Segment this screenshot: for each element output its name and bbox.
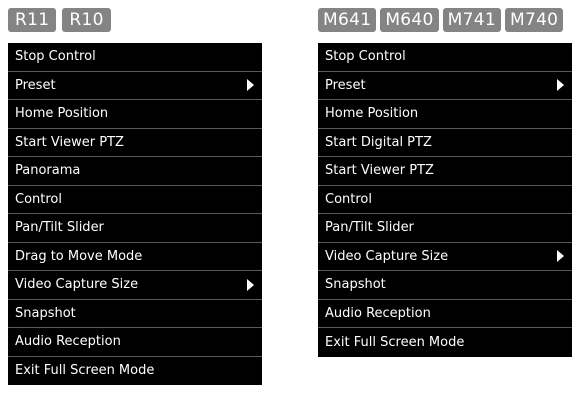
menu-item-label: Control [325, 191, 372, 207]
submenu-arrow-icon [247, 278, 254, 291]
model-badge-m741: M741 [442, 8, 501, 32]
menu-item-label: Panorama [15, 163, 81, 179]
submenu-arrow-icon [557, 250, 564, 263]
menu-item-label: Exit Full Screen Mode [15, 363, 155, 379]
menu-item-label: Video Capture Size [15, 277, 139, 293]
model-badge-m740: M740 [504, 8, 564, 32]
menu-item-audio-reception[interactable]: Audio Reception [8, 328, 262, 357]
model-badges-left: R11 R10 [8, 8, 111, 32]
menu-item-home-position[interactable]: Home Position [318, 100, 572, 129]
menu-item-start-viewer-ptz[interactable]: Start Viewer PTZ [8, 129, 262, 157]
menu-item-label: Audio Reception [325, 305, 431, 321]
model-badge-r10: R10 [62, 8, 111, 32]
menu-item-pan-tilt-slider[interactable]: Pan/Tilt Slider [8, 214, 262, 243]
menu-item-stop-control[interactable]: Stop Control [318, 43, 572, 72]
model-badge-m641: M641 [318, 8, 377, 32]
submenu-arrow-icon [247, 79, 254, 92]
menu-item-pan-tilt-slider[interactable]: Pan/Tilt Slider [318, 214, 572, 243]
menu-item-control[interactable]: Control [318, 186, 572, 214]
submenu-arrow-icon [557, 79, 564, 92]
menu-item-control[interactable]: Control [8, 186, 262, 214]
menu-item-video-capture-size[interactable]: Video Capture Size [8, 271, 262, 300]
menu-item-label: Preset [15, 77, 56, 93]
menu-item-label: Start Viewer PTZ [325, 163, 434, 179]
model-badge-m640: M640 [380, 8, 439, 32]
menu-item-start-viewer-ptz[interactable]: Start Viewer PTZ [318, 157, 572, 186]
menu-item-label: Exit Full Screen Mode [325, 334, 465, 350]
menu-item-label: Stop Control [15, 49, 96, 65]
menu-item-preset[interactable]: Preset [318, 72, 572, 100]
menu-item-label: Stop Control [325, 49, 406, 65]
model-badges-right: M641 M640 M741 M740 [318, 8, 564, 32]
menu-item-label: Audio Reception [15, 334, 121, 350]
menu-item-drag-to-move-mode[interactable]: Drag to Move Mode [8, 243, 262, 271]
menu-item-label: Preset [325, 77, 366, 93]
menu-item-video-capture-size[interactable]: Video Capture Size [318, 243, 572, 271]
menu-item-panorama[interactable]: Panorama [8, 157, 262, 186]
menu-item-home-position[interactable]: Home Position [8, 100, 262, 129]
menu-item-label: Drag to Move Mode [15, 248, 143, 264]
context-menu-left: Stop Control Preset Home Position Start Vie… [8, 43, 262, 385]
menu-item-label: Start Viewer PTZ [15, 134, 124, 150]
menu-item-exit-full-screen-mode[interactable]: Exit Full Screen Mode [318, 328, 572, 357]
menu-item-exit-full-screen-mode[interactable]: Exit Full Screen Mode [8, 357, 262, 386]
menu-item-start-digital-ptz[interactable]: Start Digital PTZ [318, 129, 572, 157]
menu-item-label: Home Position [325, 106, 419, 122]
menu-item-label: Home Position [15, 106, 109, 122]
menu-item-stop-control[interactable]: Stop Control [8, 43, 262, 72]
menu-item-label: Pan/Tilt Slider [15, 220, 104, 236]
menu-item-label: Control [15, 191, 62, 207]
context-menu-right: Stop Control Preset Home Position Start Dig… [318, 43, 572, 357]
menu-item-label: Start Digital PTZ [325, 134, 432, 150]
menu-item-label: Snapshot [325, 277, 386, 293]
menu-item-label: Video Capture Size [325, 248, 449, 264]
menu-item-snapshot[interactable]: Snapshot [318, 271, 572, 300]
menu-item-preset[interactable]: Preset [8, 72, 262, 100]
menu-item-label: Snapshot [15, 305, 76, 321]
model-badge-r11: R11 [8, 8, 57, 32]
menu-item-snapshot[interactable]: Snapshot [8, 300, 262, 328]
menu-item-audio-reception[interactable]: Audio Reception [318, 300, 572, 328]
menu-item-label: Pan/Tilt Slider [325, 220, 414, 236]
